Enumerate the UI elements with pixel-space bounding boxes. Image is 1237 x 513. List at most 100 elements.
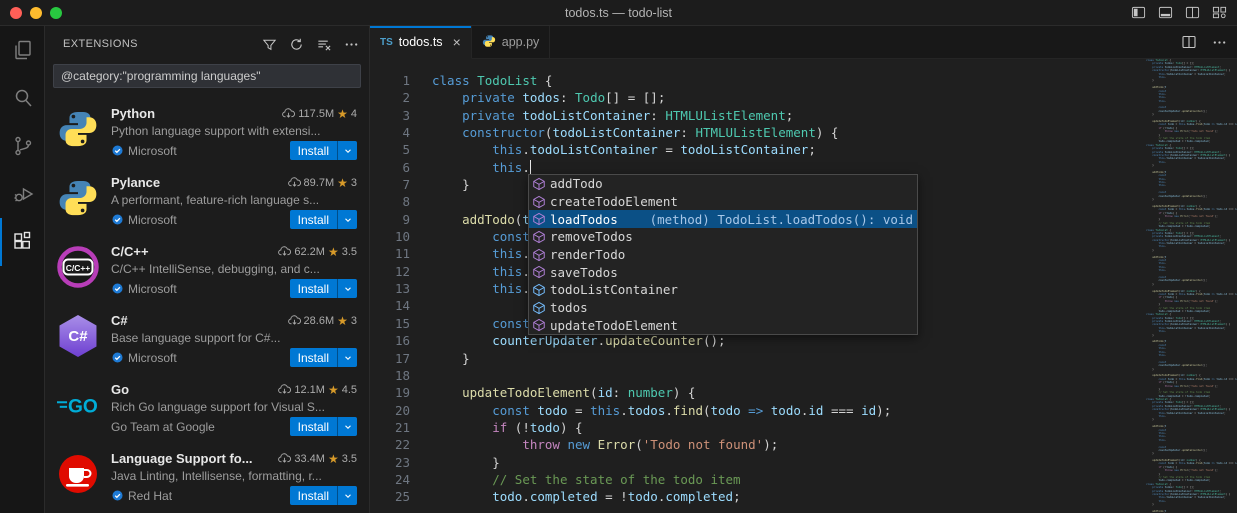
- code-token: [432, 229, 492, 244]
- publisher-name: Microsoft: [128, 213, 177, 227]
- code-line[interactable]: 1class TodoList {: [370, 72, 1142, 89]
- close-tab-icon[interactable]: ×: [453, 34, 461, 50]
- install-button[interactable]: Install: [290, 486, 337, 505]
- toggle-panel-icon[interactable]: [1158, 5, 1173, 20]
- minimap[interactable]: class TodoList { private todos: Todo[] =…: [1142, 59, 1237, 513]
- code-line[interactable]: 2 private todos: Todo[] = [];: [370, 89, 1142, 106]
- extensions-search-input[interactable]: [53, 64, 361, 88]
- extension-python[interactable]: Python 117.5M ★ 4 Python language suppor…: [45, 98, 369, 167]
- filter-icon[interactable]: [262, 37, 277, 52]
- line-number: 5: [370, 141, 410, 158]
- code-token: );: [876, 403, 891, 418]
- code-line[interactable]: 18: [370, 367, 1142, 384]
- code-line[interactable]: 5 this.todoListContainer = todoListConta…: [370, 141, 1142, 158]
- code-line[interactable]: 17 }: [370, 350, 1142, 367]
- customize-layout-icon[interactable]: [1212, 5, 1227, 20]
- code-line[interactable]: 20 const todo = this.todos.find(todo => …: [370, 402, 1142, 419]
- publisher-name: Microsoft: [128, 144, 177, 158]
- suggestion-saveTodos[interactable]: saveTodos: [529, 263, 917, 281]
- symbol-field-icon: [532, 283, 546, 297]
- activity-source-control[interactable]: [0, 122, 44, 170]
- suggestion-createTodoElement[interactable]: createTodoElement: [529, 193, 917, 211]
- download-count: 89.7M: [304, 177, 335, 189]
- code-token: private: [462, 108, 515, 123]
- code-token: [432, 160, 492, 175]
- suggestion-loadTodos[interactable]: loadTodos (method) TodoList.loadTodos():…: [529, 210, 917, 228]
- code-text: class TodoList {: [410, 72, 552, 89]
- line-number: 25: [370, 488, 410, 505]
- suggestion-removeTodos[interactable]: removeTodos: [529, 228, 917, 246]
- extension-c-c-[interactable]: C/C++ C/C++ 62.2M ★ 3.5 C/C++ IntelliSen…: [45, 236, 369, 305]
- code-token: :: [613, 385, 628, 400]
- suggestion-renderTodo[interactable]: renderTodo: [529, 246, 917, 264]
- code-line[interactable]: 25 todo.completed = !todo.completed;: [370, 488, 1142, 505]
- activity-extensions[interactable]: [0, 218, 44, 266]
- tab-todos-ts[interactable]: TS todos.ts ×: [370, 26, 472, 59]
- activity-run-debug[interactable]: [0, 170, 44, 218]
- java-logo-icon: [57, 453, 99, 495]
- suggestion-todos[interactable]: todos: [529, 299, 917, 317]
- tab-app-py[interactable]: app.py: [472, 26, 551, 58]
- extension-c-[interactable]: C# C# 28.6M ★ 3 Base language support fo…: [45, 305, 369, 374]
- code-token: new: [567, 437, 590, 452]
- csharp-logo-icon: C#: [57, 315, 99, 357]
- suggestion-todoListContainer[interactable]: todoListContainer: [529, 281, 917, 299]
- install-dropdown-icon[interactable]: [337, 210, 357, 229]
- activity-explorer[interactable]: [0, 26, 44, 74]
- extension-language-support-fo-[interactable]: Language Support fo... 33.4M ★ 3.5 Java …: [45, 443, 369, 512]
- line-number: 10: [370, 228, 410, 245]
- code-token: updateTodoElement: [462, 385, 590, 400]
- code-line[interactable]: 23 }: [370, 454, 1142, 471]
- code-token: updateCounter: [605, 333, 703, 348]
- symbol-method-icon: [532, 248, 546, 262]
- code-token: .: [665, 403, 673, 418]
- install-button[interactable]: Install: [290, 279, 337, 298]
- install-button[interactable]: Install: [290, 141, 337, 160]
- code-line[interactable]: 21 if (!todo) {: [370, 419, 1142, 436]
- install-button[interactable]: Install: [290, 210, 337, 229]
- code-line[interactable]: 22 throw new Error('Todo not found');: [370, 436, 1142, 453]
- install-dropdown-icon[interactable]: [337, 486, 357, 505]
- code-line[interactable]: 4 constructor(todoListContainer: HTMLULi…: [370, 124, 1142, 141]
- code-token: );: [763, 437, 778, 452]
- refresh-icon[interactable]: [289, 37, 304, 52]
- toggle-primary-sidebar-icon[interactable]: [1131, 5, 1146, 20]
- split-editor-icon[interactable]: [1181, 34, 1197, 50]
- install-dropdown-icon[interactable]: [337, 141, 357, 160]
- editor[interactable]: 1class TodoList {2 private todos: Todo[]…: [370, 59, 1237, 513]
- install-dropdown-icon[interactable]: [337, 417, 357, 436]
- more-actions-icon[interactable]: [344, 37, 359, 52]
- code-line[interactable]: 3 private todoListContainer: HTMLUListEl…: [370, 107, 1142, 124]
- download-count: 12.1M: [294, 384, 325, 396]
- code-token: if: [492, 420, 507, 435]
- code-token: }: [432, 455, 500, 470]
- extension-description: A performant, feature-rich language s...: [111, 193, 357, 207]
- code-token: [432, 142, 492, 157]
- line-number: 14: [370, 297, 410, 314]
- extension-pylance[interactable]: Pylance 89.7M ★ 3 A performant, feature-…: [45, 167, 369, 236]
- extension-name: Python: [111, 106, 155, 121]
- activity-search[interactable]: [0, 74, 44, 122]
- suggestion-label: updateTodoElement: [550, 318, 678, 333]
- code-line[interactable]: 19 updateTodoElement(id: number) {: [370, 384, 1142, 401]
- suggestion-addTodo[interactable]: addTodo: [529, 175, 917, 193]
- code-token: // Set the state of the todo item: [492, 472, 740, 487]
- code-token: HTMLUListElement: [695, 125, 815, 140]
- install-button[interactable]: Install: [290, 417, 337, 436]
- install-button[interactable]: Install: [290, 348, 337, 367]
- line-number: 17: [370, 350, 410, 367]
- code-line[interactable]: 24 // Set the state of the todo item: [370, 471, 1142, 488]
- suggestion-updateTodoElement[interactable]: updateTodoElement: [529, 317, 917, 335]
- more-actions-icon[interactable]: [1212, 35, 1227, 50]
- install-dropdown-icon[interactable]: [337, 348, 357, 367]
- extensions-icon: [11, 230, 35, 254]
- toggle-secondary-sidebar-icon[interactable]: [1185, 5, 1200, 20]
- install-dropdown-icon[interactable]: [337, 279, 357, 298]
- code-token: ;: [808, 142, 816, 157]
- code-token: const: [492, 229, 530, 244]
- code-token: [432, 472, 492, 487]
- verified-publisher-icon: [111, 351, 124, 364]
- clear-search-results-icon[interactable]: [316, 37, 332, 52]
- line-number: 20: [370, 402, 410, 419]
- extension-go[interactable]: GO Go 12.1M ★ 4.5 Rich Go language suppo…: [45, 374, 369, 443]
